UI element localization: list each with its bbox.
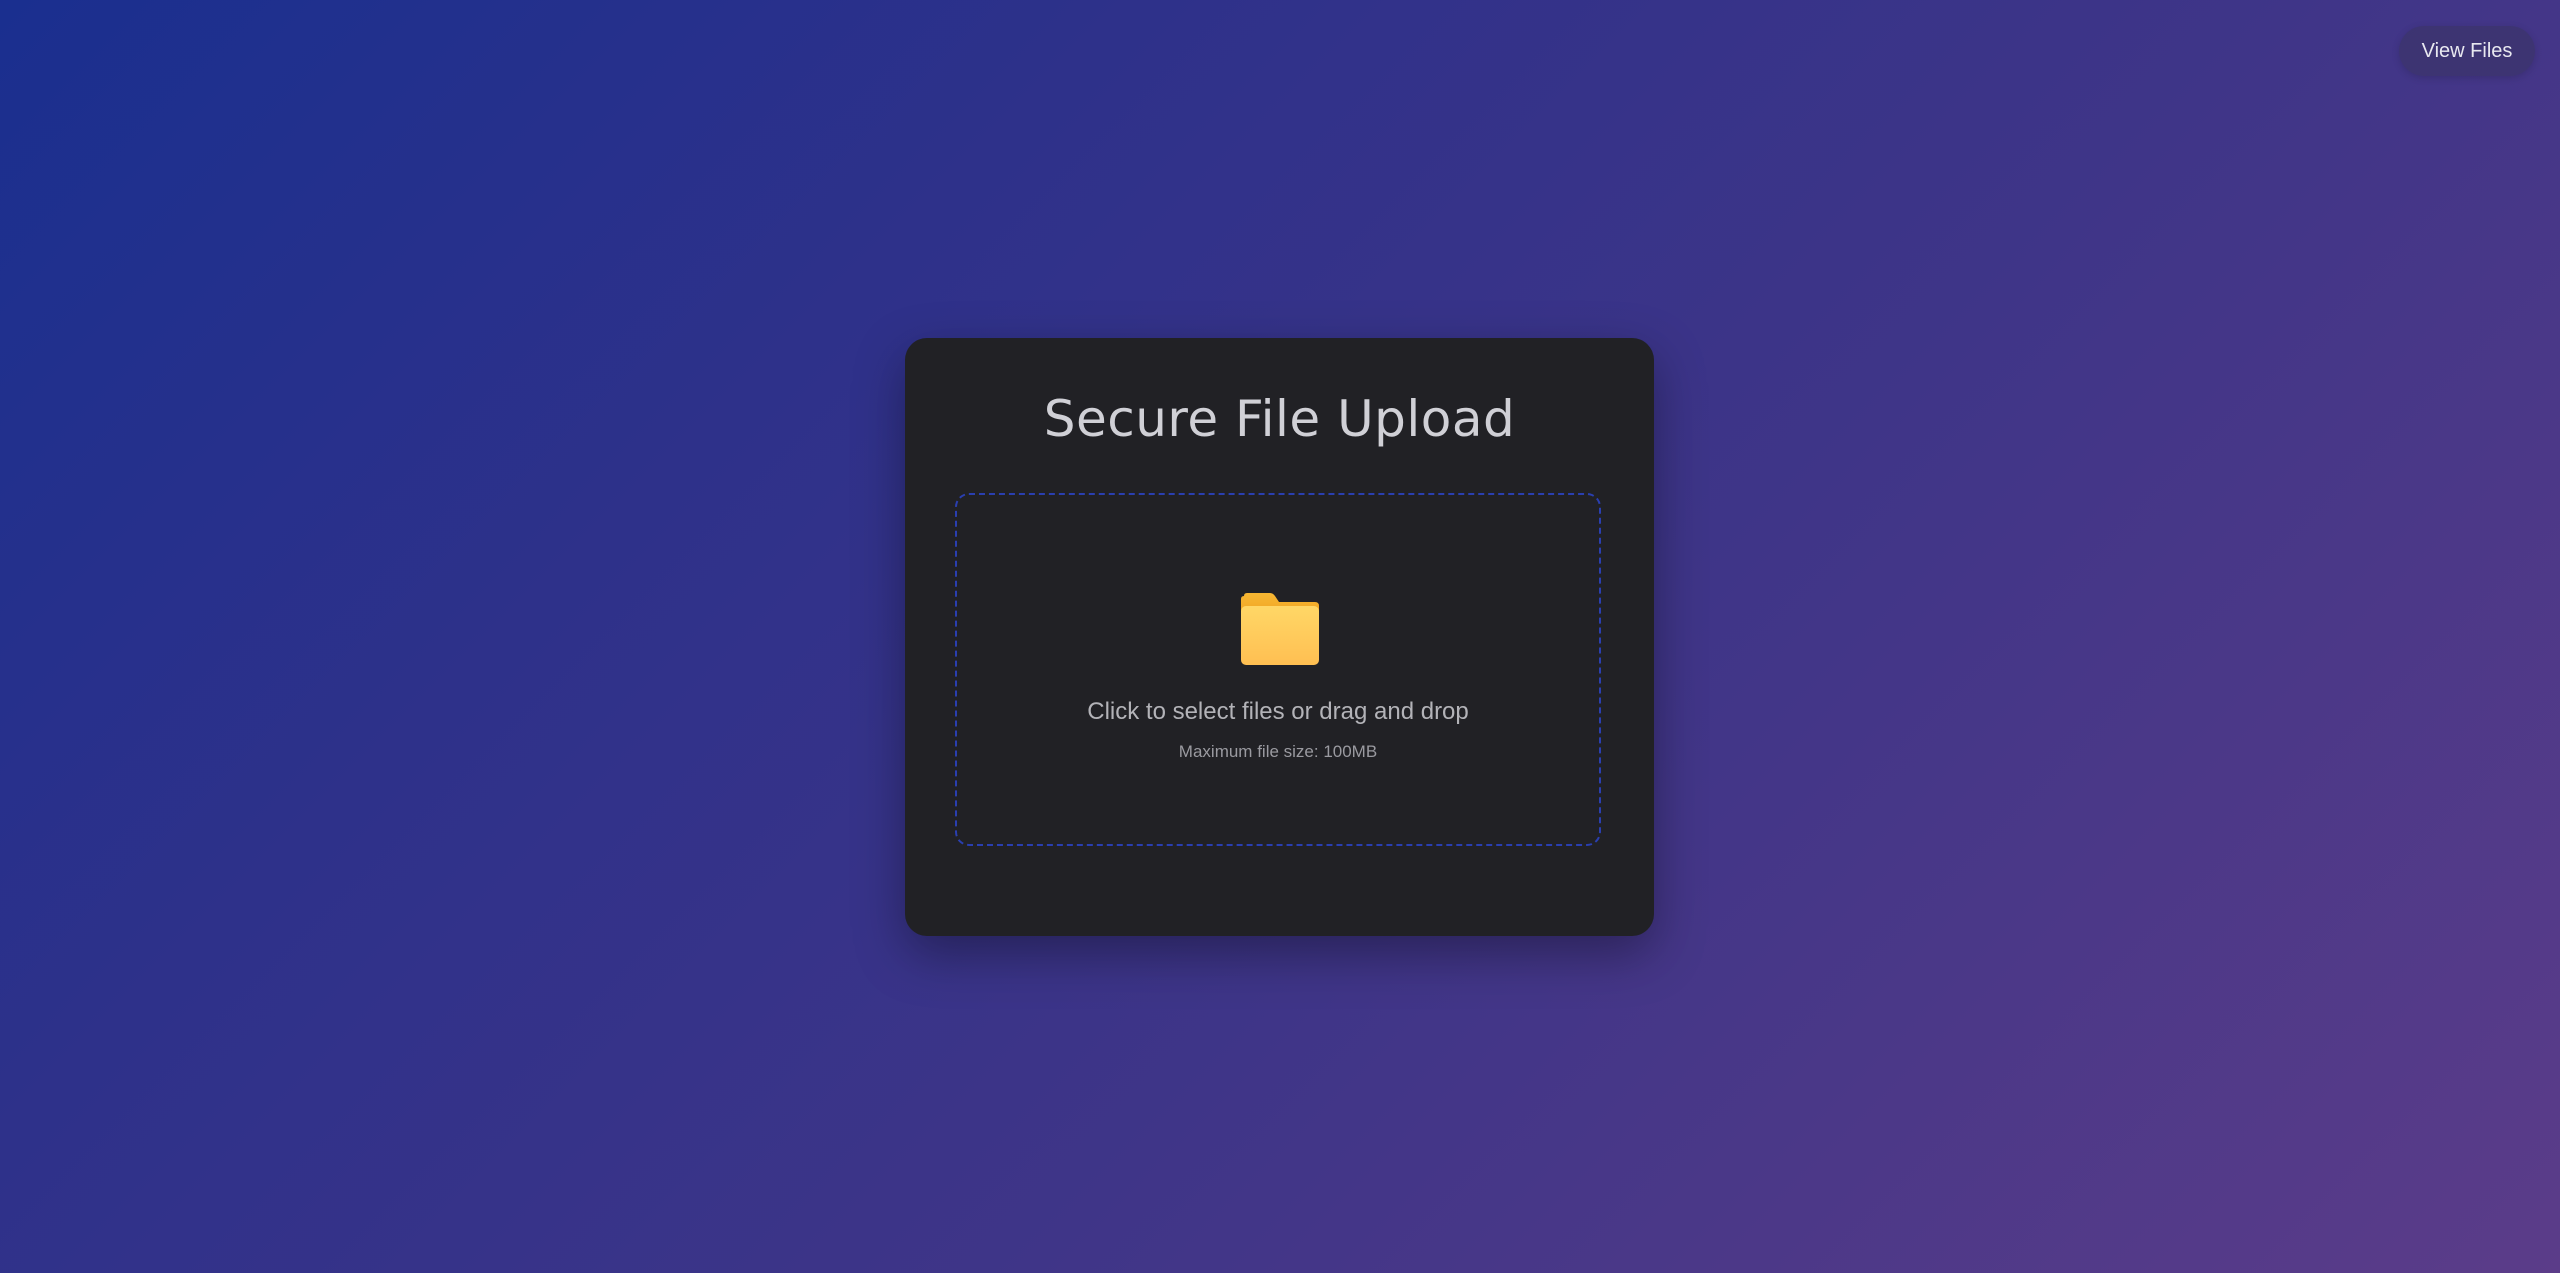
upload-card: Secure File Upload Click to select files…: [905, 338, 1654, 936]
folder-icon: [1241, 593, 1319, 665]
view-files-label: View Files: [2421, 39, 2513, 62]
view-files-button[interactable]: View Files: [2399, 26, 2535, 76]
page-title: Secure File Upload: [1043, 390, 1516, 448]
max-file-size-note: Maximum file size: 100MB: [1178, 742, 1378, 761]
file-dropzone[interactable]: Click to select files or drag and drop M…: [955, 493, 1601, 846]
dropzone-prompt: Click to select files or drag and drop: [1087, 698, 1469, 725]
